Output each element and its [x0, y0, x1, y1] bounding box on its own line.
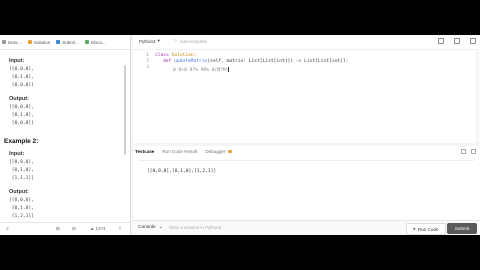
tab-debugger[interactable]: Debugger — [205, 149, 232, 154]
console-bar: Console ⌄ Write a solution in Python3 ▸ Ru… — [133, 220, 480, 235]
result-tabs: Testcase Run Code Result Debugger — [133, 146, 480, 156]
example1-input-line: [[0,0,0], — [9, 67, 34, 72]
tab-testcase[interactable]: Testcase — [135, 149, 154, 154]
fullscreen-icon[interactable] — [470, 38, 476, 44]
example1-input-line: [0,1,0], — [9, 75, 34, 80]
problem-tabs: Desc... Solution Submi... Discu... — [0, 35, 130, 50]
example2-input-line: [1,1,1]] — [9, 176, 34, 181]
text-cursor — [228, 67, 229, 72]
example2-output-label: Output: — [9, 189, 29, 195]
code-line-2: def updateMatrix(self, matrix: List[List… — [163, 59, 349, 64]
discuss-icon — [84, 40, 89, 44]
problem-description: Input: [[0,0,0], [0,1,0], [0,0,0]] Outpu… — [0, 50, 130, 225]
upvote-count[interactable]: ▲ 1374 — [90, 226, 105, 231]
settings-icon[interactable] — [454, 38, 460, 44]
description-icon — [2, 40, 6, 44]
menu-icon[interactable]: ≡ — [6, 226, 9, 231]
example2-output-line: [0,1,0], — [9, 206, 34, 211]
console-hint: Write a solution in Python3 — [169, 225, 222, 230]
dislike-icon[interactable]: ⊟ — [72, 226, 76, 232]
tab-run-code-result[interactable]: Run Code Result — [162, 149, 197, 154]
language-select[interactable]: Python3 ▾ — [139, 38, 160, 44]
like-icon[interactable]: ⊞ — [56, 226, 60, 232]
tab-solution[interactable]: Solution — [28, 40, 50, 45]
example2-input-line: [0,1,0], — [9, 168, 34, 173]
lock-icon — [227, 149, 232, 153]
thumb-icon: ▲ — [90, 226, 95, 231]
example2-input-line: [[0,0,0], — [9, 160, 34, 165]
chevron-down-icon: ⌄ — [158, 225, 163, 230]
example2-heading: Example 2: — [4, 138, 39, 145]
leetcode-app: Desc... Solution Submi... Discu... Input… — [0, 35, 480, 235]
testcase-value[interactable]: [[0,0,0],[0,1,0],[1,2,1]] — [147, 169, 474, 174]
example1-input-line: [0,0,0]] — [9, 83, 34, 88]
console-toggle[interactable]: Console ⌄ — [138, 225, 163, 230]
solution-icon — [28, 40, 33, 44]
problem-scrollbar[interactable] — [124, 65, 126, 155]
play-icon: ▸ — [413, 226, 416, 231]
editor-toolbar: Python3 ▾ ⓘ Autocomplete — [133, 35, 480, 50]
expand-icon[interactable] — [461, 149, 466, 154]
autocomplete-toggle[interactable]: ⓘ Autocomplete — [173, 38, 207, 44]
run-code-button[interactable]: ▸ Run Code — [406, 223, 446, 235]
example1-output-line: [[0,0,0], — [9, 105, 34, 110]
tab-submissions[interactable]: Submi... — [56, 40, 79, 45]
code-editor[interactable]: Python3 ▾ ⓘ Autocomplete 1 2 3 class Solut… — [133, 35, 480, 143]
example1-output-line: [0,1,0], — [9, 113, 34, 118]
submit-button[interactable]: Submit — [447, 223, 477, 234]
editor-tools — [438, 38, 476, 44]
code-line-3: 0 0+0 97% 98% 0(N*M) — [173, 67, 229, 73]
example2-input-label: Input: — [9, 151, 25, 157]
collapse-icon[interactable] — [471, 149, 476, 154]
example1-output-label: Output: — [9, 96, 29, 102]
result-tools — [461, 149, 476, 154]
reset-icon[interactable] — [438, 38, 444, 44]
share-icon[interactable]: ⇪ — [118, 226, 122, 232]
chevron-down-icon: ▾ — [157, 38, 160, 43]
example2-output-line: [1,2,1]] — [9, 214, 34, 219]
submissions-icon — [56, 40, 61, 44]
example1-input-label: Input: — [9, 58, 25, 64]
editor-scrollbar[interactable] — [476, 49, 480, 143]
tab-discuss[interactable]: Discu... — [84, 40, 106, 45]
info-icon: ⓘ — [173, 38, 178, 43]
problem-panel: Desc... Solution Submi... Discu... Input… — [0, 35, 131, 235]
tab-description[interactable]: Desc... — [2, 40, 22, 45]
example2-output-line: [[0,0,0], — [9, 198, 34, 203]
problem-footer: ≡ ⊞ ⊟ ▲ 1374 ⇪ — [0, 222, 130, 235]
example1-output-line: [0,0,0]] — [9, 121, 34, 126]
line-number: 3 — [146, 65, 149, 70]
